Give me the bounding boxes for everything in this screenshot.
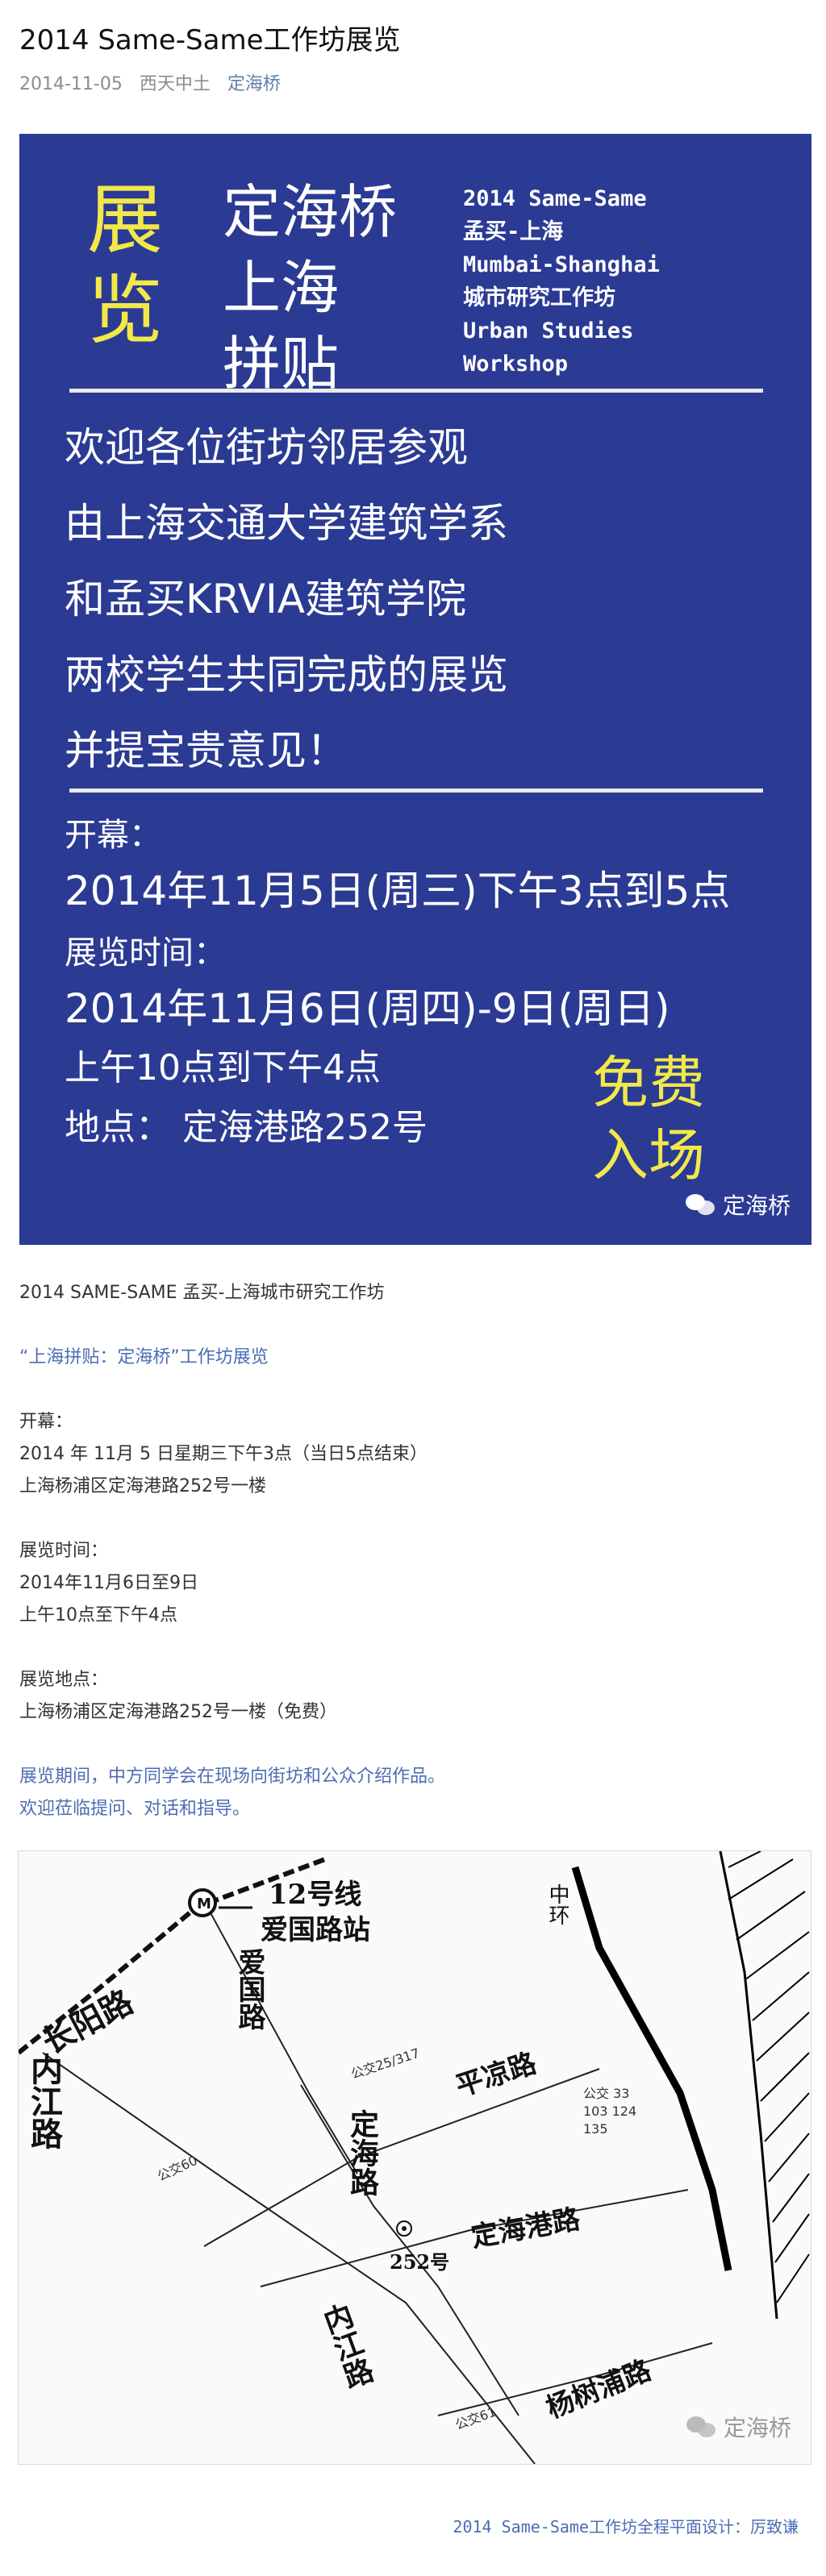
poster-welcome-line: 两校学生共同完成的展览 <box>65 651 508 698</box>
subtitle-line: “上海拼贴：定海桥”工作坊展览 <box>19 1347 269 1367</box>
opening-label: 开幕： <box>19 1412 73 1432</box>
poster-watermark: 定海桥 <box>685 1188 791 1221</box>
map-watermark: 定海桥 <box>686 2411 791 2443</box>
poster-free-line: 入场 <box>592 1122 705 1188</box>
opening-place: 上海杨浦区定海港路252号一楼 <box>19 1476 266 1496</box>
article-subtitle: “上海拼贴：定海桥”工作坊展览 <box>19 1342 807 1374</box>
poster-welcome-line: 由上海交通大学建筑学系 <box>65 500 508 547</box>
venue-label: 展览地点： <box>19 1670 109 1690</box>
poster-welcome-line: 和孟买KRVIA建筑学院 <box>65 576 466 622</box>
poster-en-line: 孟买-上海 <box>463 219 564 244</box>
design-credit: 2014 Same-Same工作坊全程平面设计：厉致谦 <box>453 2517 799 2536</box>
poster-free-line: 免费 <box>592 1050 705 1116</box>
map-label-line12: 12号线 <box>269 1879 362 1911</box>
poster-opening-value: 2014年11月5日(周三)下午3点到5点 <box>65 868 731 914</box>
svg-text:M: M <box>197 1896 211 1912</box>
article-header: 2014 Same-Same工作坊展览 2014-11-05 西天中土 定海桥 <box>19 23 807 95</box>
notes-section: 展览期间，中方同学会在现场向街坊和公众介绍作品。 欢迎莅临提问、对话和指导。 <box>19 1761 807 1825</box>
opening-section: 开幕： 2014 年 11月 5 日星期三下午3点（当日5点结束） 上海杨浦区定… <box>19 1406 807 1503</box>
period-hours: 上午10点至下午4点 <box>19 1605 177 1625</box>
poster-exhibit-char-1: 展 <box>87 177 164 264</box>
poster-welcome-block: 欢迎各位街坊邻居参观 由上海交通大学建筑学系 和孟买KRVIA建筑学院 两校学生… <box>65 410 508 789</box>
poster-welcome-line: 欢迎各位街坊邻居参观 <box>65 424 468 471</box>
article-meta: 2014-11-05 西天中土 定海桥 <box>19 69 807 95</box>
map-drawing: M <box>19 1851 810 2464</box>
map-label-zhonghuan: 中环 <box>545 1883 569 1925</box>
note-line: 展览期间，中方同学会在现场向街坊和公众介绍作品。 <box>19 1767 446 1787</box>
note-line: 欢迎莅临提问、对话和指导。 <box>19 1799 251 1819</box>
poster-en-line: 城市研究工作坊 <box>463 285 615 310</box>
map-label-aiguo-station: 爱国路站 <box>261 1914 370 1946</box>
article-author-link[interactable]: 定海桥 <box>227 74 281 94</box>
map-label-bus-group: 公交 33 103 124 135 <box>583 2086 637 2137</box>
poster-en-line: Mumbai-Shanghai <box>463 252 660 277</box>
map-riverbank <box>719 1851 778 2320</box>
poster-divider <box>69 389 763 393</box>
poster-english-block: 2014 Same-Same 孟买-上海 Mumbai-Shanghai 城市研… <box>463 182 660 381</box>
period-label: 展览时间： <box>19 1541 109 1561</box>
map-label-neijiang-top: 内江路 <box>25 2053 63 2149</box>
period-section: 展览时间： 2014年11月6日至9日 上午10点至下午4点 <box>19 1535 807 1632</box>
wechat-icon <box>685 1192 716 1217</box>
poster-divider <box>69 789 763 793</box>
article-date: 2014-11-05 <box>19 74 123 94</box>
poster-welcome-line: 并提宝贵意见！ <box>65 727 347 774</box>
map-road-neijiang <box>42 2052 536 2464</box>
venue-address: 上海杨浦区定海港路252号一楼（免费） <box>19 1702 337 1722</box>
poster-place-block: 定海桥 上海 拼贴 <box>223 174 397 402</box>
poster-en-line: 2014 Same-Same <box>463 186 647 211</box>
map-label-aiguo-road: 爱国路 <box>233 1948 265 2030</box>
article-source: 西天中土 <box>139 74 211 94</box>
exhibition-poster: 展 览 定海桥 上海 拼贴 2014 Same-Same 孟买-上海 Mumba… <box>19 134 811 1245</box>
poster-exhibit-char-2: 览 <box>87 267 164 355</box>
poster-place-line: 上海 <box>223 254 340 322</box>
opening-time: 2014 年 11月 5 日星期三下午3点（当日5点结束） <box>19 1444 428 1464</box>
period-dates: 2014年11月6日至9日 <box>19 1573 198 1593</box>
poster-period-value: 2014年11月6日(周四)-9日(周日) <box>65 985 670 1032</box>
article-title: 2014 Same-Same工作坊展览 <box>19 24 401 56</box>
poster-period-label: 展览时间： <box>65 934 226 972</box>
article-intro: 2014 SAME-SAME 孟买-上海城市研究工作坊 <box>19 1277 807 1309</box>
poster-en-line: Urban Studies <box>463 318 634 343</box>
poster-en-line: Workshop <box>463 352 569 377</box>
poster-watermark-text: 定海桥 <box>722 1192 791 1219</box>
poster-free-entry: 免费 入场 <box>592 1047 705 1192</box>
location-map: M 长阳路 内江路 12号线 爱国路站 爱国路 平凉路 定海路 定海港路 252… <box>18 1850 811 2465</box>
intro-line: 2014 SAME-SAME 孟买-上海城市研究工作坊 <box>19 1283 385 1303</box>
map-label-252: 252号 <box>390 2250 450 2274</box>
poster-opening-label: 开幕： <box>65 817 161 854</box>
map-label-dinghai: 定海路 <box>345 2109 379 2196</box>
map-watermark-text: 定海桥 <box>723 2415 791 2441</box>
venue-section: 展览地点： 上海杨浦区定海港路252号一楼（免费） <box>19 1664 807 1729</box>
poster-place-line: 定海桥 <box>223 178 398 246</box>
wechat-icon <box>686 2415 717 2439</box>
